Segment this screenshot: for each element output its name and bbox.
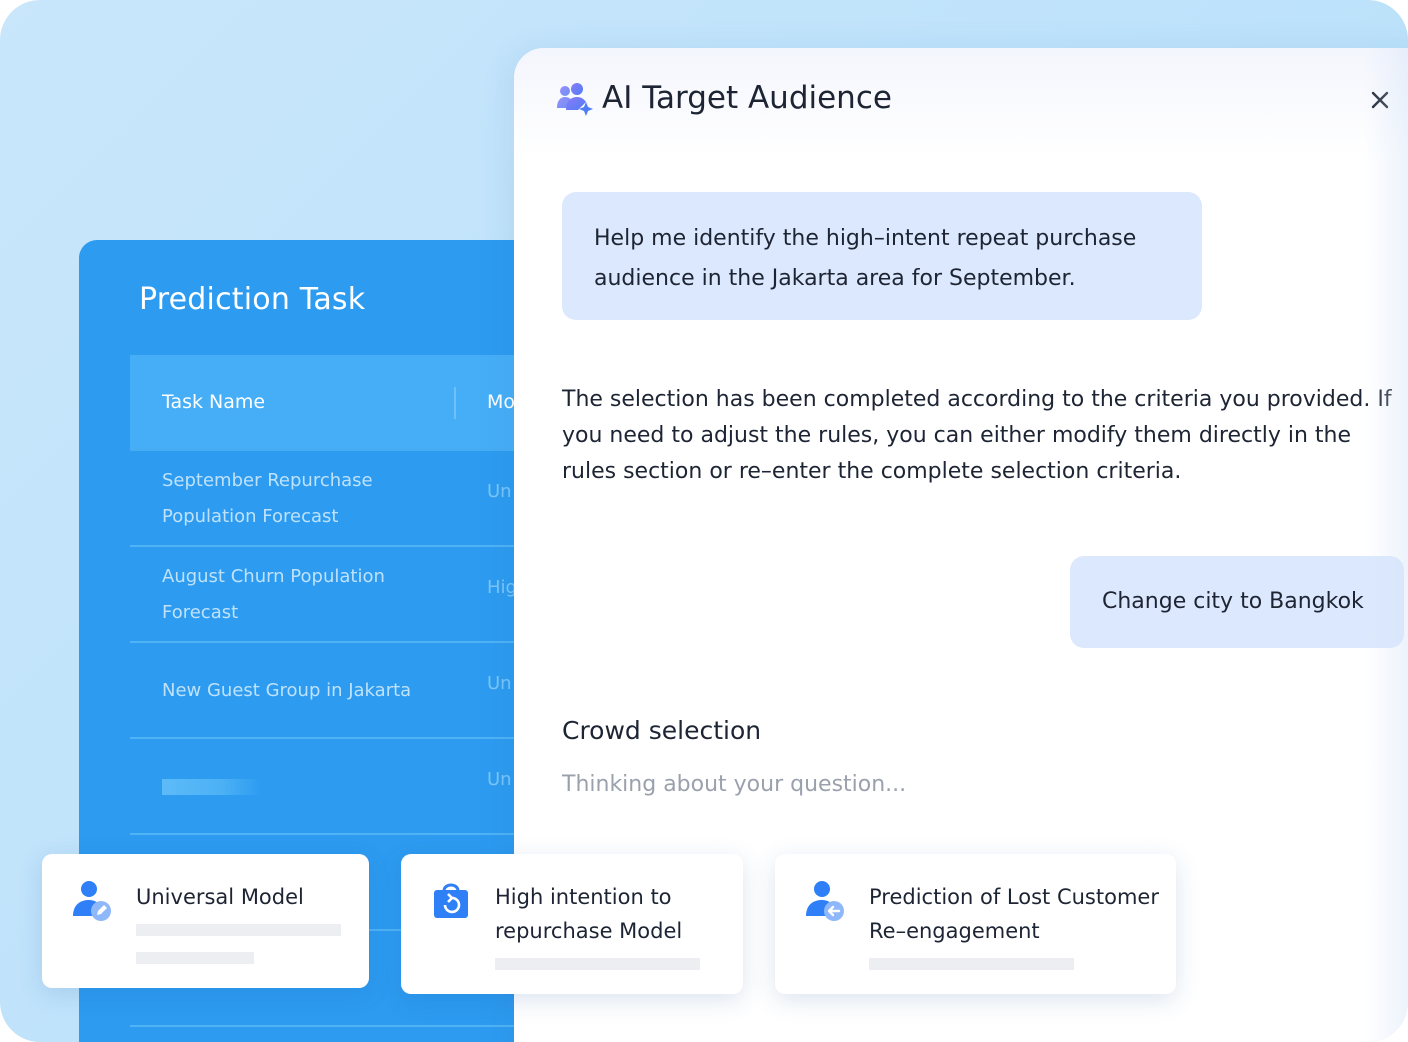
task-model: Un — [487, 673, 512, 694]
user-message-bubble: Help me identify the high–intent repeat … — [562, 192, 1202, 320]
loading-placeholder — [869, 958, 1074, 970]
audience-sparkle-icon — [557, 83, 593, 116]
user-return-icon — [806, 881, 844, 921]
prediction-task-title: Prediction Task — [139, 282, 366, 317]
task-model: Un — [487, 769, 512, 790]
assistant-message: The selection has been completed accordi… — [562, 387, 1392, 484]
loading-placeholder — [136, 952, 254, 964]
user-edit-icon — [73, 881, 111, 921]
app-frame: Prediction Task Task Name Mo September R… — [0, 0, 1408, 1042]
loading-placeholder — [136, 924, 341, 936]
task-name: August Churn Population Forecast — [162, 566, 385, 623]
column-header-task-name: Task Name — [162, 391, 266, 413]
repurchase-model-card[interactable]: High intention to repurchase Model — [401, 854, 743, 994]
task-model: Un — [487, 481, 512, 502]
universal-model-card[interactable]: Universal Model — [42, 854, 369, 988]
user-message-bubble: Change city to Bangkok — [1070, 556, 1404, 648]
task-model: Hig — [487, 577, 517, 598]
task-name: September Repurchase Population Forecast — [162, 470, 373, 527]
column-divider — [454, 387, 456, 419]
ai-panel-title: AI Target Audience — [602, 80, 892, 116]
thinking-status: Thinking about your question... — [562, 772, 907, 797]
shopping-bag-icon — [434, 883, 468, 918]
crowd-selection-title: Crowd selection — [562, 716, 762, 745]
task-name: New Guest Group in Jakarta — [162, 680, 412, 701]
lost-customer-model-card[interactable]: Prediction of Lost Customer Re–engagemen… — [775, 854, 1176, 994]
loading-placeholder — [495, 958, 700, 970]
model-card-label: Prediction of Lost Customer Re–engagemen… — [869, 885, 1159, 943]
model-card-label: Universal Model — [136, 885, 304, 909]
column-header-model: Mo — [487, 391, 516, 413]
model-card-label: High intention to repurchase Model — [495, 885, 683, 943]
panel-edge-glow — [1364, 48, 1408, 1042]
loading-placeholder — [162, 779, 262, 795]
